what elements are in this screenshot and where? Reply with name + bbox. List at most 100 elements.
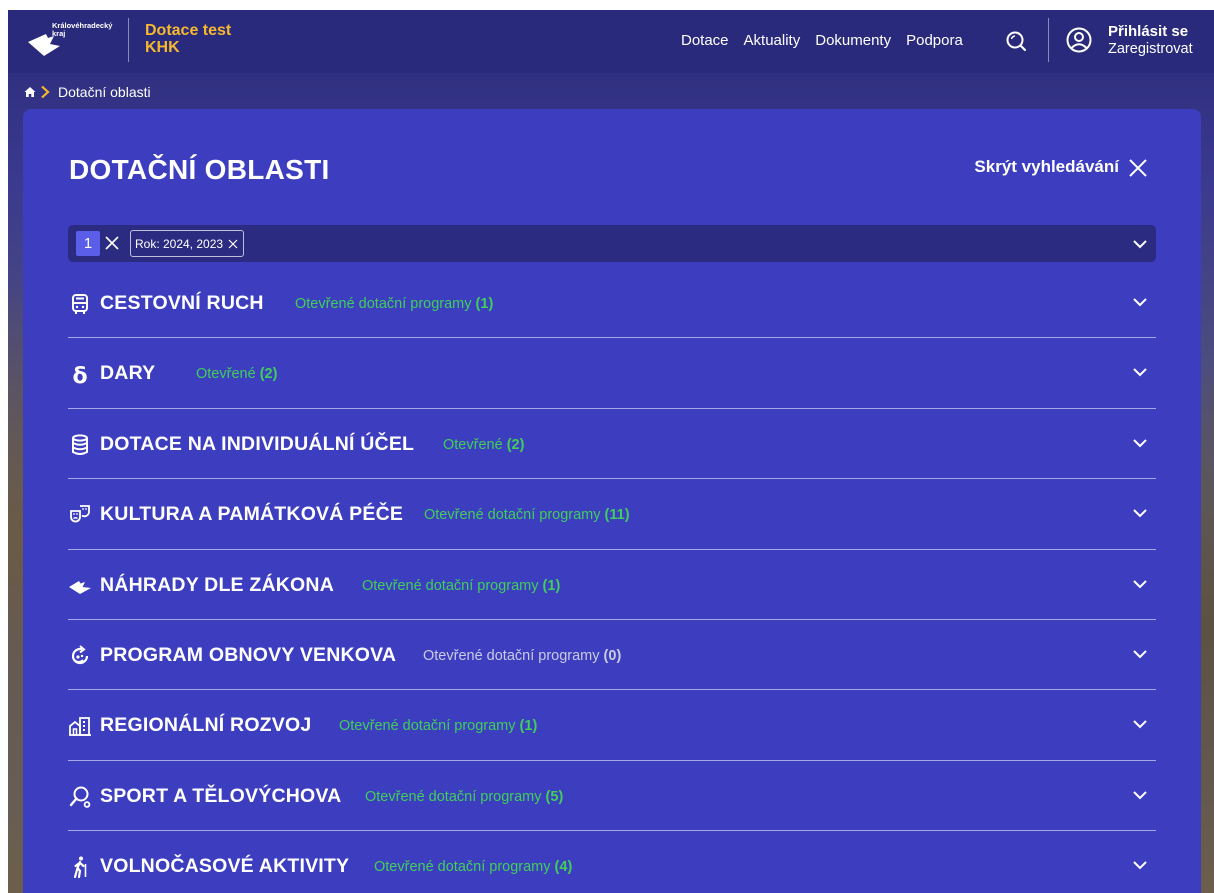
category-title: VOLNOČASOVÉ AKTIVITY xyxy=(100,855,350,878)
register-link[interactable]: Zaregistrovat xyxy=(1108,41,1193,57)
open-programs-count: (2) xyxy=(506,436,525,453)
close-icon xyxy=(105,236,119,250)
page-background: Královéhradecký kraj Dotace test KHK Dot… xyxy=(8,10,1214,893)
category-open-programs-link[interactable]: Otevřené dotační programy (1) xyxy=(362,578,560,594)
category-open-programs-link[interactable]: Otevřené (2) xyxy=(196,366,277,382)
chip-remove-icon[interactable] xyxy=(228,239,238,249)
hiking-icon xyxy=(68,855,92,879)
nav-item-dokumenty[interactable]: Dokumenty xyxy=(815,32,891,49)
category-title: PROGRAM OBNOVY VENKOVA xyxy=(100,643,397,666)
category-row[interactable]: SPORT A TĚLOVÝCHOVA Otevřené dotační prog… xyxy=(68,761,1156,832)
buildings-icon xyxy=(68,714,92,738)
category-title: DOTACE NA INDIVIDUÁLNÍ ÚČEL xyxy=(100,432,415,455)
category-open-programs-link[interactable]: Otevřené dotační programy (1) xyxy=(295,296,493,312)
category-title: SPORT A TĚLOVÝCHOVA xyxy=(100,784,342,807)
filter-chip-year[interactable]: Rok: 2024, 2023 xyxy=(130,230,245,257)
chevron-down-icon[interactable] xyxy=(1132,576,1148,592)
open-programs-label: Otevřené dotační programy xyxy=(362,577,539,594)
nav-item-aktuality[interactable]: Aktuality xyxy=(744,32,801,49)
open-programs-count: (1) xyxy=(542,577,561,594)
delta-icon: δ xyxy=(68,362,92,389)
open-programs-label: Otevřené dotační programy xyxy=(423,647,600,664)
open-programs-label: Otevřené xyxy=(196,366,256,383)
category-open-programs-link[interactable]: Otevřené dotační programy (1) xyxy=(339,718,537,734)
open-programs-count: (1) xyxy=(519,718,538,735)
category-title: REGIONÁLNÍ ROZVOJ xyxy=(100,714,312,737)
bus-icon xyxy=(68,292,92,316)
user-account-button[interactable] xyxy=(1065,26,1093,54)
open-programs-label: Otevřené dotační programy xyxy=(424,507,601,524)
header-divider xyxy=(1048,18,1049,62)
open-programs-count: (5) xyxy=(545,788,564,805)
chevron-down-icon[interactable] xyxy=(1132,435,1148,451)
home-icon[interactable] xyxy=(24,86,36,98)
category-open-programs-link[interactable]: Otevřené (2) xyxy=(443,437,524,453)
category-title: KULTURA A PAMÁTKOVÁ PÉČE xyxy=(100,503,404,526)
category-row[interactable]: VOLNOČASOVÉ AKTIVITY Otevřené dotační pro… xyxy=(68,831,1156,893)
login-link[interactable]: Přihlásit se xyxy=(1108,23,1188,40)
active-filters-bar[interactable]: 1 Rok: 2024, 2023 xyxy=(68,225,1156,262)
category-open-programs-link[interactable]: Otevřené dotační programy (4) xyxy=(374,859,572,875)
database-icon xyxy=(68,433,92,457)
category-row[interactable]: DOTACE NA INDIVIDUÁLNÍ ÚČEL Otevřené (2) xyxy=(68,409,1156,480)
category-title: CESTOVNÍ RUCH xyxy=(100,292,264,314)
open-programs-count: (4) xyxy=(554,859,573,876)
kraj-logo[interactable]: Královéhradecký kraj xyxy=(26,20,126,62)
filter-chip-label: Rok: 2024, 2023 xyxy=(135,236,224,251)
category-open-programs-link[interactable]: Otevřené dotační programy (0) xyxy=(423,648,621,664)
open-programs-label: Otevřené dotační programy xyxy=(339,718,516,735)
search-button[interactable] xyxy=(1004,29,1028,53)
category-open-programs-link[interactable]: Otevřené dotační programy (11) xyxy=(424,507,630,523)
chevron-down-icon[interactable] xyxy=(1132,787,1148,803)
open-programs-count: (1) xyxy=(475,296,494,312)
chevron-down-icon[interactable] xyxy=(1132,646,1148,662)
open-programs-label: Otevřené dotační programy xyxy=(374,859,551,876)
category-list: CESTOVNÍ RUCH Otevřené dotační programy (… xyxy=(68,268,1156,893)
clear-filters-button[interactable] xyxy=(104,235,120,251)
subsidy-areas-panel: DOTAČNÍ OBLASTI Skrýt vyhledávání 1 Rok:… xyxy=(23,109,1201,893)
chevron-right-icon xyxy=(41,85,50,99)
open-programs-label: Otevřené xyxy=(443,436,503,453)
search-icon xyxy=(1006,31,1027,52)
chevron-down-icon[interactable] xyxy=(1132,505,1148,521)
theater-masks-icon xyxy=(68,503,92,527)
renewal-icon xyxy=(68,644,92,668)
category-row[interactable]: KULTURA A PAMÁTKOVÁ PÉČE Otevřené dotační… xyxy=(68,479,1156,550)
open-programs-count: (0) xyxy=(603,647,622,664)
chevron-down-icon[interactable] xyxy=(1132,236,1148,252)
category-open-programs-link[interactable]: Otevřené dotační programy (5) xyxy=(365,789,563,805)
site-title[interactable]: Dotace test KHK xyxy=(145,22,231,56)
user-circle-icon xyxy=(1066,27,1092,53)
chevron-down-icon[interactable] xyxy=(1132,294,1148,310)
main-nav: Dotace Aktuality Dokumenty Podpora xyxy=(681,32,963,49)
open-programs-label: Otevřené dotační programy xyxy=(295,296,472,312)
category-title: DARY xyxy=(100,362,156,385)
breadcrumb: Dotační oblasti xyxy=(24,84,151,100)
category-row[interactable]: NÁHRADY DLE ZÁKONA Otevřené dotační progr… xyxy=(68,550,1156,620)
hide-search-link[interactable]: Skrýt vyhledávání xyxy=(974,157,1119,177)
close-icon xyxy=(1129,159,1147,177)
page-title: DOTAČNÍ OBLASTI xyxy=(69,154,330,185)
chevron-down-icon[interactable] xyxy=(1132,364,1148,380)
kraj-logo-text: Královéhradecký kraj xyxy=(52,21,113,38)
breadcrumb-current: Dotační oblasti xyxy=(58,84,151,100)
nav-item-dotace[interactable]: Dotace xyxy=(681,32,729,49)
svg-text:δ: δ xyxy=(72,364,87,386)
open-programs-count: (11) xyxy=(604,507,630,524)
ping-pong-icon xyxy=(68,785,92,809)
category-row[interactable]: CESTOVNÍ RUCH Otevřené dotační programy (… xyxy=(68,268,1156,339)
logo-divider xyxy=(128,18,129,62)
category-row[interactable]: δ DARY Otevřené (2) xyxy=(68,338,1156,409)
hide-search-close-button[interactable] xyxy=(1127,157,1149,179)
chevron-down-icon[interactable] xyxy=(1132,857,1148,873)
category-title: NÁHRADY DLE ZÁKONA xyxy=(100,573,334,596)
site-header: Královéhradecký kraj Dotace test KHK Dot… xyxy=(8,10,1214,73)
open-programs-count: (2) xyxy=(259,366,278,383)
filter-count-badge: 1 xyxy=(76,231,100,256)
open-programs-label: Otevřené dotační programy xyxy=(365,788,542,805)
nav-item-podpora[interactable]: Podpora xyxy=(906,32,963,49)
chevron-down-icon[interactable] xyxy=(1132,716,1148,732)
category-row[interactable]: REGIONÁLNÍ ROZVOJ Otevřené dotační progra… xyxy=(68,690,1156,761)
region-map-icon xyxy=(68,574,92,598)
category-row[interactable]: PROGRAM OBNOVY VENKOVA Otevřené dotační p… xyxy=(68,620,1156,691)
